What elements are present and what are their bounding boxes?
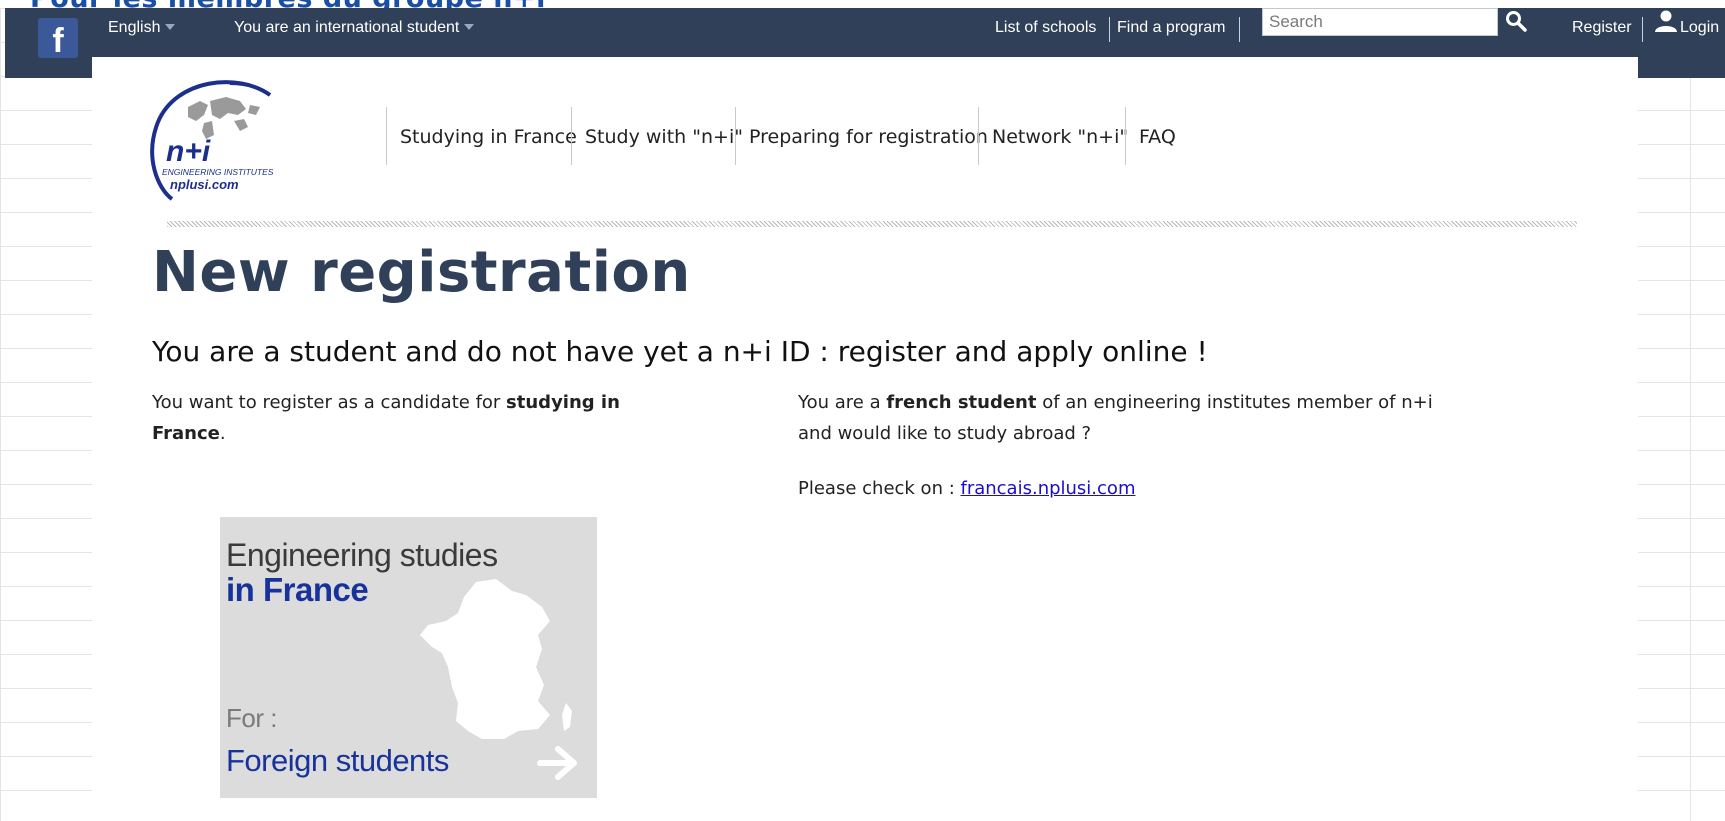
nav-divider [571,107,572,165]
right-column-text: You are a french student of an engineeri… [798,387,1438,449]
facebook-icon[interactable]: f [38,18,78,58]
check-line: Please check on : francais.nplusi.com [798,473,1438,504]
logo-tagline: ENGINEERING INSTITUTES [162,167,274,177]
nav-divider [386,107,387,165]
logo-text: n+i [166,135,211,168]
left-column-text: You want to register as a candidate for … [152,387,682,449]
right-text-bold: french student [886,392,1037,413]
banner-line-2: in France [226,571,369,608]
francais-link[interactable]: francais.nplusi.com [960,478,1135,499]
nav-item-network-ni[interactable]: Network "n+i" [992,107,1128,165]
register-link[interactable]: Register [1572,19,1632,37]
banner-for-label: For : [226,703,277,733]
left-text-pre: You want to register as a candidate for [152,392,507,413]
banner-line-1: Engineering studies [226,537,498,573]
profile-selector[interactable]: You are an international student [234,19,475,37]
list-of-schools-link[interactable]: List of schools [995,19,1096,37]
user-icon [1655,10,1677,32]
nplusi-logo[interactable]: n+i ENGINEERING INSTITUTES nplusi.com [148,77,288,207]
nav-divider [1125,107,1126,165]
search-icon[interactable] [1504,9,1528,33]
right-text-pre: You are a [798,392,887,413]
bg-grid-line [1690,60,1691,821]
login-link[interactable]: Login [1680,19,1719,37]
divider [1642,17,1643,42]
nav-item-preparing-for-registration[interactable]: Preparing for registration [749,107,988,165]
left-text-post: . [219,423,226,444]
check-label: Please check on : [798,478,961,499]
nav-divider [978,107,979,165]
search-input[interactable] [1262,8,1498,36]
content-card: n+i ENGINEERING INSTITUTES nplusi.com St… [92,57,1638,821]
banner-audience: Foreign students [226,743,449,778]
chevron-down-icon [464,24,475,30]
page-subtitle: You are a student and do not have yet a … [152,335,1208,368]
nav-item-faq[interactable]: FAQ [1139,107,1176,165]
clipped-heading-strip: Pour les membres du groupe n+i [0,0,1725,8]
divider [1109,17,1110,42]
language-selector[interactable]: English [108,19,176,37]
language-label: English [108,19,161,36]
nav-divider [735,107,736,165]
foreign-students-banner[interactable]: Engineering studies in France For : Fore… [220,517,597,798]
nav-item-studying-in-france[interactable]: Studying in France [400,107,577,165]
nav-item-study-with-ni[interactable]: Study with "n+i" [585,107,743,165]
find-program-link[interactable]: Find a program [1117,19,1226,37]
divider [1239,17,1240,42]
hatched-divider [167,221,1577,227]
chevron-down-icon [165,24,176,30]
profile-label: You are an international student [234,19,460,36]
logo-url: nplusi.com [170,177,239,192]
page-title: New registration [152,240,691,305]
clipped-heading: Pour les membres du groupe n+i [30,0,546,8]
arrow-right-icon [537,746,577,780]
